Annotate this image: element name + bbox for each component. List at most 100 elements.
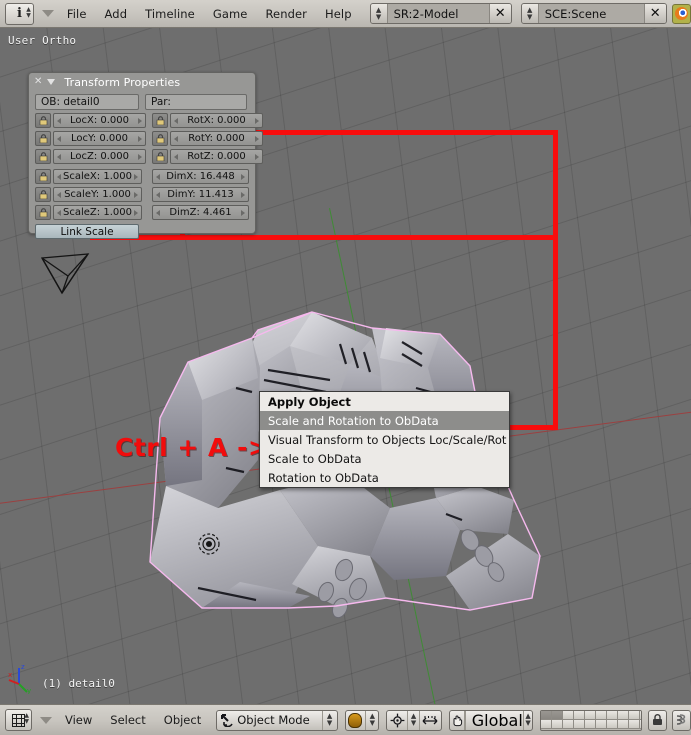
menu-object[interactable]: Object [155,710,210,730]
screen-datablock[interactable]: ▲▼ SR:2-Model ✕ [370,3,512,24]
padlock-icon[interactable] [35,131,51,146]
padlock-icon[interactable] [35,187,51,202]
padlock-icon[interactable] [35,169,51,184]
x-icon[interactable]: ✕ [644,4,666,23]
menu-add[interactable]: Add [96,4,137,24]
layer-block-1[interactable] [541,711,596,730]
solid-shading-icon[interactable] [346,711,367,730]
layer-cell[interactable] [629,711,640,720]
roty-field[interactable]: RotY: 0.000 [170,131,263,146]
arrow-left-icon[interactable] [57,136,61,142]
menu-item-scale-and-rotation-to-obdata[interactable]: Scale and Rotation to ObData [260,411,509,430]
layer-cell[interactable] [563,711,574,720]
layer-buttons[interactable] [540,710,641,731]
padlock-icon[interactable] [152,131,168,146]
menu-item-scale-to-obdata[interactable]: Scale to ObData [260,449,509,468]
layer-cell[interactable] [607,720,618,729]
arrow-right-icon[interactable] [138,136,142,142]
menu-render[interactable]: Render [256,4,316,24]
dimx-field[interactable]: DimX: 16.448 [152,169,249,184]
padlock-icon[interactable] [152,113,168,128]
screen-name-field[interactable]: SR:2-Model [388,4,489,23]
pivot-snap-group[interactable]: ▲▼ [386,710,441,731]
padlock-icon[interactable] [35,113,51,128]
locy-row[interactable]: LocY: 0.000 [35,131,146,146]
layer-cell[interactable] [607,711,618,720]
mode-selector[interactable]: Object Mode ▲▼ [216,710,337,731]
layer-cell[interactable] [596,711,607,720]
scene-datablock[interactable]: ▲▼ SCE:Scene ✕ [521,3,667,24]
menu-view[interactable]: View [56,710,101,730]
arrow-right-icon[interactable] [134,210,138,216]
scalex-field[interactable]: ScaleX: 1.000 [53,169,142,184]
arrow-left-icon[interactable] [174,118,178,124]
transform-orientation-group[interactable]: Global ▲▼ [449,710,534,731]
arrow-left-icon[interactable] [156,192,160,198]
scalez-field[interactable]: ScaleZ: 1.000 [53,205,142,220]
pivot-center-icon[interactable] [387,711,408,730]
locy-field[interactable]: LocY: 0.000 [53,131,146,146]
layer-cell[interactable] [618,720,629,729]
layer-cell[interactable] [552,720,563,729]
rotz-row[interactable]: RotZ: 0.000 [152,149,263,164]
editor-type-button[interactable]: ▲▼ [5,709,32,731]
arrow-left-icon[interactable] [57,174,61,180]
arrow-left-icon[interactable] [174,154,178,160]
dimy-field[interactable]: DimY: 11.413 [152,187,249,202]
arrow-right-icon[interactable] [255,154,259,160]
arrow-right-icon[interactable] [255,118,259,124]
arrow-right-icon[interactable] [241,210,245,216]
locz-row[interactable]: LocZ: 0.000 [35,149,146,164]
updown-arrows-icon[interactable]: ▲▼ [371,4,388,23]
menu-item-visual-transform[interactable]: Visual Transform to Objects Loc/Scale/Ro… [260,430,509,449]
chevron-down-icon[interactable] [40,717,52,724]
locx-row[interactable]: LocX: 0.000 [35,113,146,128]
arrow-right-icon[interactable] [255,136,259,142]
layer-cell[interactable] [574,711,585,720]
arrow-left-icon[interactable] [156,210,160,216]
dimz-field[interactable]: DimZ: 4.461 [152,205,249,220]
padlock-icon[interactable] [35,149,51,164]
layer-cell[interactable] [541,711,552,720]
updown-arrows-icon[interactable]: ▲▼ [522,4,539,23]
rotx-field[interactable]: RotX: 0.000 [170,113,263,128]
layer-cell[interactable] [552,711,563,720]
layer-cell[interactable] [541,720,552,729]
layer-cell[interactable] [585,711,596,720]
layer-cell[interactable] [618,711,629,720]
arrow-left-icon[interactable] [156,174,160,180]
layer-block-2[interactable] [596,711,641,730]
menu-select[interactable]: Select [101,710,154,730]
updown-arrows-icon[interactable]: ▲▼ [408,711,420,730]
arrow-left-icon[interactable] [174,136,178,142]
layer-cell[interactable] [640,711,641,720]
scaley-field[interactable]: ScaleY: 1.000 [53,187,142,202]
camera-wireframe-icon[interactable] [38,246,96,298]
layer-cell[interactable] [585,720,596,729]
arrow-left-icon[interactable] [57,154,61,160]
scalex-row[interactable]: ScaleX: 1.000 [35,169,142,184]
chevron-down-icon[interactable] [42,10,54,17]
scalez-row[interactable]: ScaleZ: 1.000 [35,205,142,220]
hand-icon[interactable] [450,711,465,730]
info-icon-button[interactable]: i ▲▼ [5,3,34,25]
arrow-right-icon[interactable] [134,174,138,180]
transform-panel-header[interactable]: ✕ Transform Properties [29,73,255,91]
locx-field[interactable]: LocX: 0.000 [53,113,146,128]
render-chain-button[interactable] [672,710,691,731]
updown-arrows-icon[interactable]: ▲▼ [322,711,337,730]
arrow-left-icon[interactable] [57,192,61,198]
arrow-left-icon[interactable] [57,210,61,216]
menu-game[interactable]: Game [204,4,257,24]
roty-row[interactable]: RotY: 0.000 [152,131,263,146]
menu-help[interactable]: Help [316,4,361,24]
link-scale-button[interactable]: Link Scale [35,224,139,239]
updown-arrows-icon[interactable]: ▲▼ [366,711,378,730]
layer-cell[interactable] [629,720,640,729]
x-icon[interactable]: ✕ [489,4,511,23]
layer-cell[interactable] [640,720,641,729]
triangle-down-icon[interactable] [47,79,55,85]
arrow-right-icon[interactable] [134,192,138,198]
arrow-right-icon[interactable] [138,154,142,160]
arrow-right-icon[interactable] [241,192,245,198]
